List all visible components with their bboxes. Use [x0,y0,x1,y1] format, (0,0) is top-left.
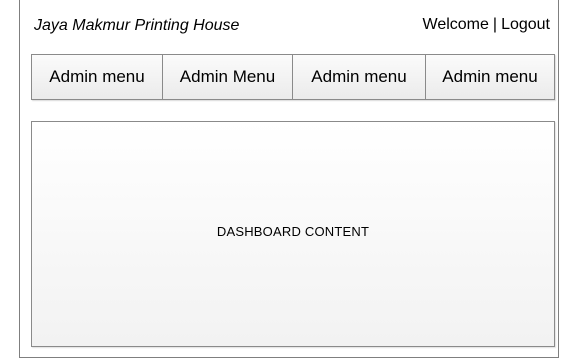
welcome-text: Welcome [422,16,489,33]
admin-dashboard-window: Jaya Makmur Printing House Welcome | Logou… [19,0,559,358]
account-separator: | [492,16,498,33]
admin-menu-item-2[interactable]: Admin Menu [163,55,293,99]
dashboard-content-panel: DASHBOARD CONTENT [31,121,555,347]
admin-menu-item-4[interactable]: Admin menu [426,55,554,99]
admin-menu-item-1[interactable]: Admin menu [32,55,163,99]
dashboard-content-label: DASHBOARD CONTENT [216,223,370,239]
admin-menu-bar: Admin menu Admin Menu Admin menu Admin m… [31,54,555,100]
account-links: Welcome | Logout [423,16,550,34]
logout-link[interactable]: Logout [501,16,550,34]
brand-title: Jaya Makmur Printing House [34,17,240,34]
admin-menu-item-3[interactable]: Admin menu [293,55,426,99]
